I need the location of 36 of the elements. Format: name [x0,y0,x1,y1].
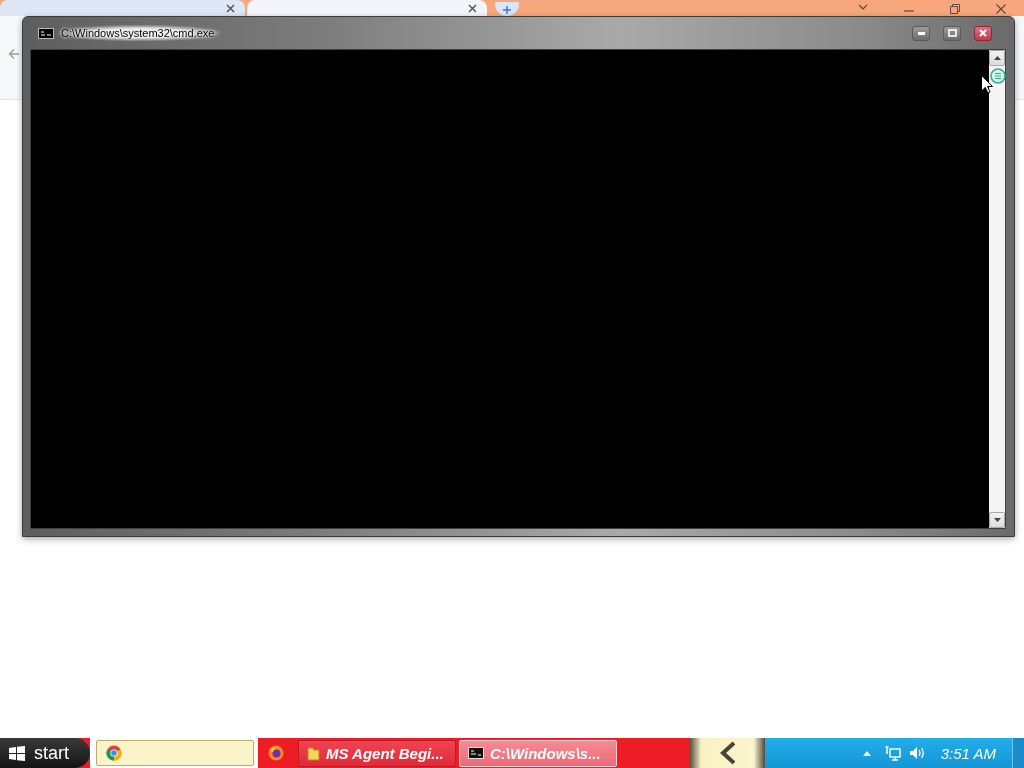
triangle-up-icon [993,56,1001,60]
vertical-scrollbar[interactable] [989,50,1005,528]
folder-icon [307,745,320,761]
chevron-left-icon [719,741,736,765]
triangle-up-icon[interactable] [862,750,871,756]
triangle-down-icon [993,518,1001,522]
list-circle-icon[interactable] [990,68,1006,84]
firefox-logo-icon[interactable] [268,745,284,761]
chrome-logo-icon [106,745,122,761]
console-icon [38,27,54,39]
close-icon [979,29,987,37]
restore-icon[interactable] [950,4,960,14]
start-button[interactable]: start [0,738,90,768]
scroll-down-button[interactable] [989,512,1005,528]
plus-icon [503,6,511,14]
clock-text[interactable]: 3:51 AM [940,744,996,762]
scroll-up-button[interactable] [989,50,1005,66]
speaker-icon[interactable] [908,746,925,760]
minimize-button[interactable] [912,25,930,41]
taskbar-task-button[interactable]: C:\Windows\s... [459,739,617,767]
close-icon[interactable] [468,4,477,13]
maximize-icon [947,29,957,37]
taskbar-task-button[interactable]: MS Agent Begi... [298,739,456,767]
windows-flag-icon [8,744,26,762]
chevron-down-icon[interactable] [858,4,868,11]
close-icon[interactable] [996,4,1006,14]
new-tab-button[interactable] [495,2,519,16]
close-button[interactable] [974,25,992,41]
window-title: C:\Windows\system32\cmd.exe [59,25,221,41]
taskbar-app-button[interactable] [96,740,254,766]
console-icon [468,747,484,759]
mouse-cursor-icon [981,75,993,94]
network-icon[interactable] [884,745,901,761]
close-icon[interactable] [226,4,235,13]
minimize-icon [917,31,925,35]
maximize-button[interactable] [943,25,961,41]
